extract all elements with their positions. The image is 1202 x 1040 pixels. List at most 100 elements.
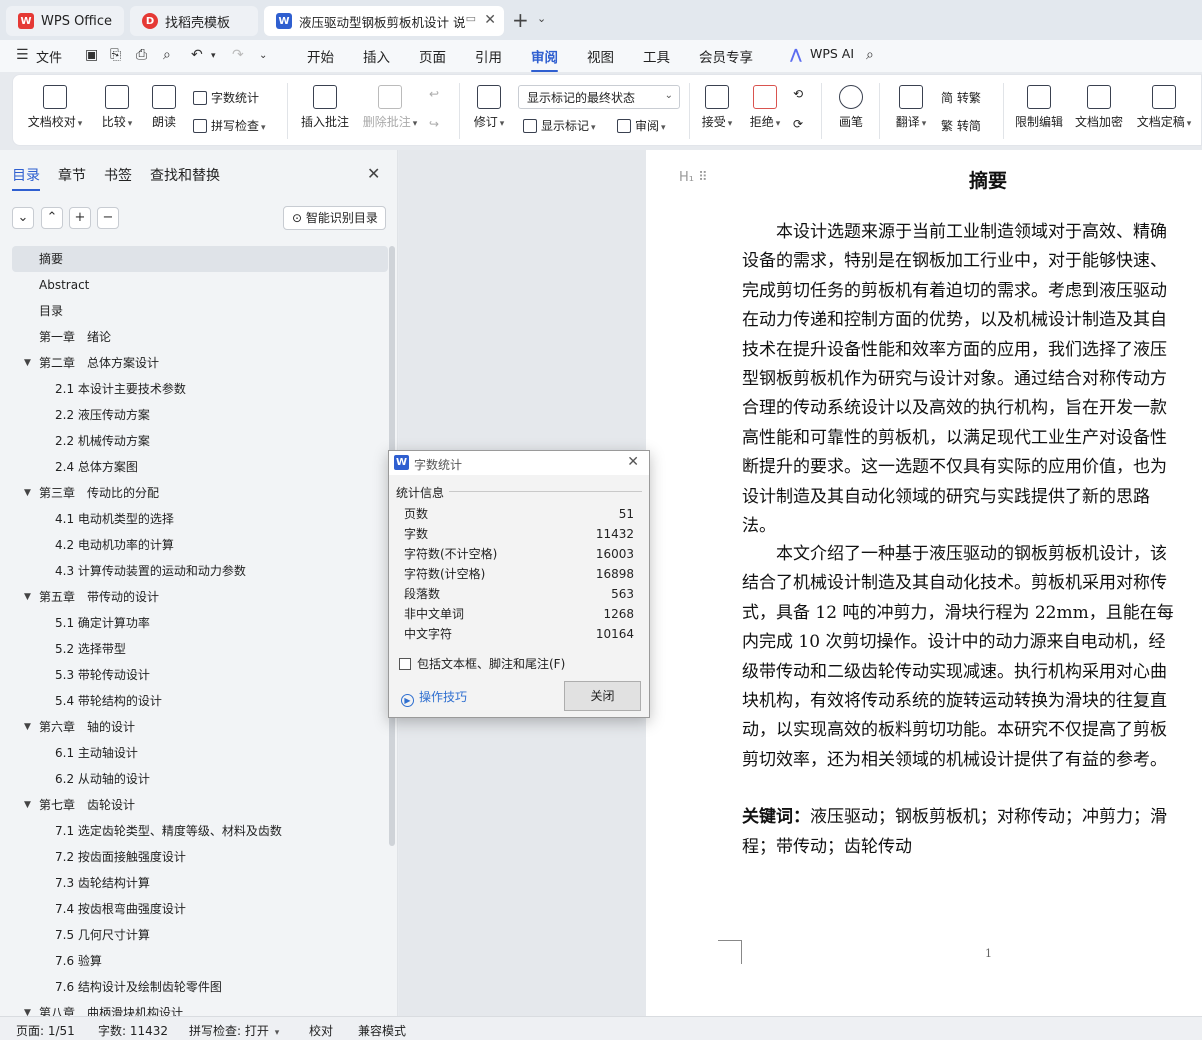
toc-item[interactable]: 第一章 绪论 [12,324,388,350]
accept-button[interactable]: 接受 ▾ [699,85,735,130]
wps-ai-icon[interactable]: ⋀ [790,47,802,63]
more-chevron-icon[interactable]: ⌄ [259,50,267,61]
undo-icon[interactable]: ↶ [191,47,203,63]
search-icon[interactable]: ⌕ [866,47,874,63]
nav-tab-find-replace[interactable]: 查找和替换 [150,165,220,185]
compare-button[interactable]: 比较 ▾ [97,85,137,130]
toc-item[interactable]: 4.2 电动机功率的计算 [12,532,388,558]
tab-review[interactable]: 审阅 [531,46,558,72]
hamburger-icon[interactable]: ☰ [16,47,29,63]
toc-item[interactable]: 5.4 带轮结构的设计 [12,688,388,714]
toc-item[interactable]: 摘要 [12,246,388,272]
next-change-icon[interactable]: ⟳ [793,117,803,131]
tab-references[interactable]: 引用 [475,46,502,66]
chevron-down-icon[interactable]: ▾ [211,51,216,61]
toc-item[interactable]: 2.2 机械传动方案 [12,428,388,454]
toc-item[interactable]: ▼ 第七章 齿轮设计 [12,792,388,818]
toc-item[interactable]: 4.1 电动机类型的选择 [12,506,388,532]
nav-tab-bookmarks[interactable]: 书签 [104,165,132,185]
heading-drag-handle-icon[interactable]: H₁ ⠿ [679,170,708,185]
tab-document[interactable]: W 液压驱动型钢板剪板机设计 说 ▭ ✕ [264,6,504,36]
close-button[interactable]: 关闭 [564,681,641,711]
print-preview-icon[interactable]: ⌕ [163,47,171,63]
collapse-all-icon[interactable]: ⌄ [12,207,34,229]
toc-item[interactable]: 7.2 按齿面接触强度设计 [12,844,388,870]
remove-heading-icon[interactable]: − [97,207,119,229]
show-markup-button[interactable]: 显示标记 ▾ [523,117,596,134]
toc-item[interactable]: 2.4 总体方案图 [12,454,388,480]
page-indicator[interactable]: 页面: 1/51 [16,1022,75,1039]
expand-triangle-icon[interactable]: ▼ [24,1000,31,1016]
toc-item[interactable]: 6.1 主动轴设计 [12,740,388,766]
toc-item[interactable]: ▼ 第二章 总体方案设计 [12,350,388,376]
spell-check-button[interactable]: 拼写检查 ▾ [193,117,266,134]
include-textboxes-option[interactable]: 包括文本框、脚注和尾注(F) [399,655,565,672]
toc-item[interactable]: 5.2 选择带型 [12,636,388,662]
expand-up-icon[interactable]: ⌃ [41,207,63,229]
tab-tools[interactable]: 工具 [643,46,670,66]
toc-item[interactable]: 6.2 从动轴的设计 [12,766,388,792]
tab-wps-office[interactable]: W WPS Office [6,6,124,36]
close-tab-icon[interactable]: ✕ [484,12,496,28]
spell-check-indicator[interactable]: 拼写检查: 打开 ▾ [189,1022,279,1039]
save-icon[interactable]: ▣ [85,47,98,63]
toc-item[interactable]: 7.1 选定齿轮类型、精度等级、材料及齿数 [12,818,388,844]
prev-change-icon[interactable]: ⟲ [793,87,803,101]
toc-item[interactable]: 2.1 本设计主要技术参数 [12,376,388,402]
finalize-button[interactable]: 文档定稿 ▾ [1133,85,1195,130]
toc-item[interactable]: ▼ 第三章 传动比的分配 [12,480,388,506]
encrypt-button[interactable]: 文档加密 [1073,85,1125,130]
toc-item[interactable]: 目录 [12,298,388,324]
prev-comment-icon[interactable]: ↩ [429,87,439,101]
next-comment-icon[interactable]: ↪ [429,117,439,131]
monitor-icon[interactable]: ▭ [466,12,476,25]
restrict-edit-button[interactable]: 限制编辑 [1013,85,1065,130]
doc-check-button[interactable]: 文档校对 ▾ [27,85,83,130]
toc-item[interactable]: ▼ 第六章 轴的设计 [12,714,388,740]
new-tab-icon[interactable]: + [512,8,529,32]
reject-button[interactable]: 拒绝 ▾ [747,85,783,130]
print-icon[interactable]: ⎙ [136,47,147,63]
tab-member[interactable]: 会员专享 [699,46,753,66]
proofing-indicator[interactable]: 校对 [309,1022,333,1039]
toc-item[interactable]: ▼ 第八章 曲柄滑块机构设计 [12,1000,388,1016]
toc-item[interactable]: 2.2 液压传动方案 [12,402,388,428]
add-heading-icon[interactable]: + [69,207,91,229]
toc-item[interactable]: 7.6 结构设计及绘制齿轮零件图 [12,974,388,1000]
toc-item[interactable]: ▼ 第五章 带传动的设计 [12,584,388,610]
tab-page[interactable]: 页面 [419,46,446,66]
translate-button[interactable]: 翻译 ▾ [891,85,931,130]
expand-triangle-icon[interactable]: ▼ [24,584,31,610]
markup-state-select[interactable]: 显示标记的最终状态 ⌄ [518,85,680,109]
file-menu[interactable]: 文件 [36,47,62,66]
word-count-button[interactable]: 字数统计 [193,89,259,106]
redo-icon[interactable]: ↷ [232,47,244,63]
to-traditional-button[interactable]: 简 转繁 [941,89,981,106]
delete-comment-button[interactable]: 删除批注 ▾ [359,85,421,130]
include-textboxes-checkbox[interactable] [399,658,411,670]
track-changes-button[interactable]: 修订 ▾ [469,85,509,130]
dialog-title-bar[interactable]: W 字数统计 ✕ [389,451,649,475]
toc-item[interactable]: 7.5 几何尺寸计算 [12,922,388,948]
tab-docer-templates[interactable]: D 找稻壳模板 [130,6,258,36]
wps-ai-button[interactable]: WPS AI [810,46,854,61]
tab-view[interactable]: 视图 [587,46,614,66]
expand-triangle-icon[interactable]: ▼ [24,714,31,740]
tab-home[interactable]: 开始 [307,46,334,66]
tab-insert[interactable]: 插入 [363,46,390,66]
close-icon[interactable]: ✕ [627,454,639,470]
expand-triangle-icon[interactable]: ▼ [24,350,31,376]
expand-triangle-icon[interactable]: ▼ [24,480,31,506]
toc-item[interactable]: 5.1 确定计算功率 [12,610,388,636]
toc-item[interactable]: 4.3 计算传动装置的运动和动力参数 [12,558,388,584]
toc-item[interactable]: 7.6 验算 [12,948,388,974]
review-pane-button[interactable]: 审阅 ▾ [617,117,666,134]
close-icon[interactable]: ✕ [367,164,380,183]
nav-tab-toc[interactable]: 目录 [12,165,40,191]
read-aloud-button[interactable]: 朗读 [149,85,179,130]
nav-tab-sections[interactable]: 章节 [58,165,86,185]
insert-comment-button[interactable]: 插入批注 [299,85,351,130]
document-page[interactable]: H₁ ⠿ 摘要 本设计选题来源于当前工业制造领域对于高效、精确 设备的需求，特别是… [646,150,1202,1016]
export-icon[interactable]: ⎘ [110,47,121,63]
to-simplified-button[interactable]: 繁 转简 [941,117,981,134]
